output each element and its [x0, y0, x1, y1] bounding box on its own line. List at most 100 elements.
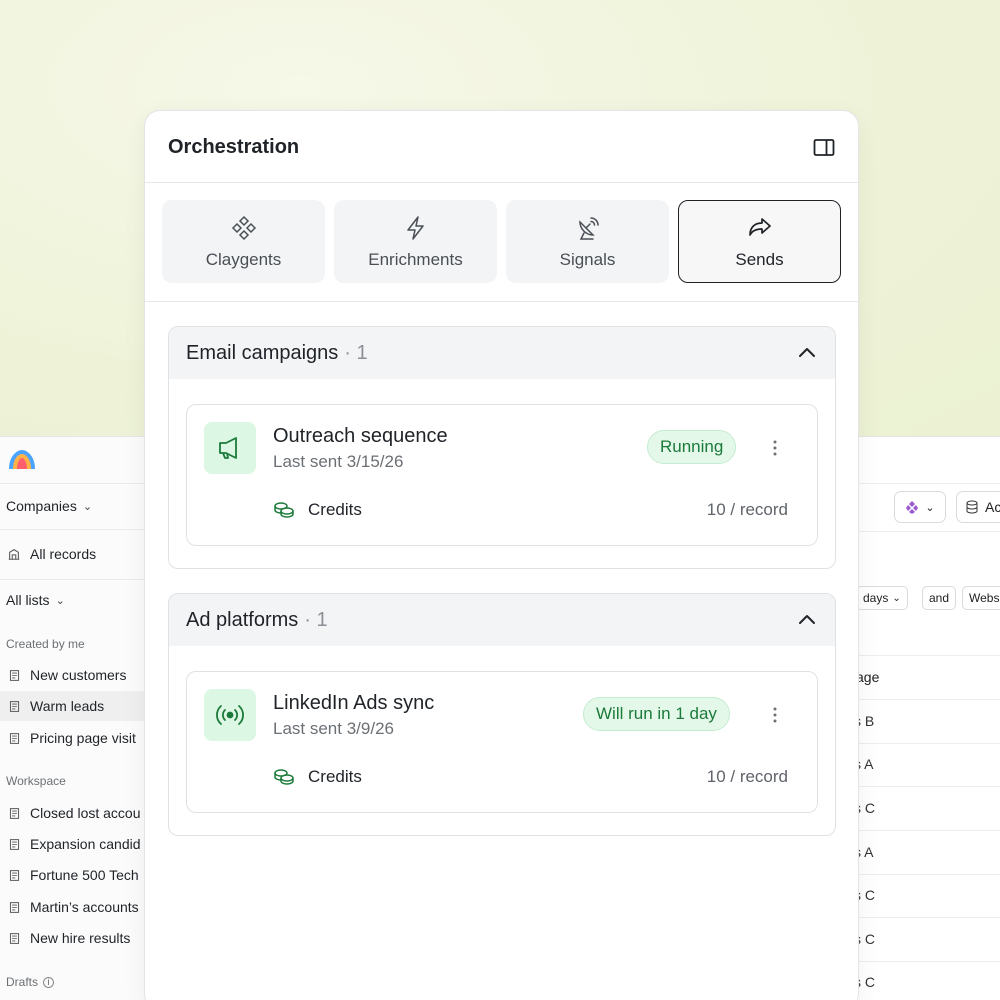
coins-icon — [274, 769, 294, 785]
info-icon: i — [43, 976, 55, 988]
sidebar-list-item[interactable]: Expansion candid — [0, 829, 150, 859]
megaphone-icon — [204, 422, 256, 474]
chevron-down-icon: ⌄ — [82, 500, 93, 513]
orchestration-panel: Orchestration Claygents Enrichments Sign… — [144, 110, 859, 1000]
list-icon — [6, 805, 22, 821]
list-icon — [6, 667, 22, 683]
send-card[interactable]: Outreach sequence Last sent 3/15/26 Runn… — [186, 404, 818, 546]
app-sidebar: Companies ⌄ All records All lists ⌄ Crea… — [0, 437, 150, 1000]
all-lists-toggle[interactable]: All lists ⌄ — [0, 585, 150, 615]
section-label-created-by-me: Created by me — [6, 637, 85, 651]
sidebar-divider — [0, 483, 150, 484]
database-icon — [966, 500, 978, 514]
status-badge: Running — [647, 430, 737, 464]
sidebar-item-label: New hire results — [30, 930, 131, 946]
tab-label: Enrichments — [368, 249, 463, 269]
last-sent: Last sent 3/9/26 — [273, 719, 394, 738]
object-selector[interactable]: Companies ⌄ — [0, 491, 150, 521]
sidebar-item-label: Closed lost accou — [30, 805, 141, 821]
sidebar-item-label: Pricing page visit — [30, 730, 136, 746]
last-sent: Last sent 3/15/26 — [273, 452, 404, 471]
add-button[interactable]: Ac — [956, 491, 1000, 523]
lightning-icon — [406, 215, 424, 240]
sidebar-item-label: New customers — [30, 667, 127, 683]
tab-claygents[interactable]: Claygents — [162, 200, 325, 283]
filter-website-chip[interactable]: Webs — [962, 586, 1000, 610]
section-count: · 1 — [304, 608, 328, 631]
object-selector-label: Companies — [6, 498, 77, 514]
send-name: Outreach sequence — [273, 425, 448, 447]
sidebar-item-all-records[interactable]: All records — [0, 539, 150, 569]
list-icon — [6, 698, 22, 714]
tab-enrichments[interactable]: Enrichments — [334, 200, 497, 283]
building-icon — [6, 546, 22, 562]
send-name: LinkedIn Ads sync — [273, 692, 435, 714]
claygents-icon — [231, 215, 256, 240]
sparkle-diamond-icon — [906, 501, 919, 514]
ai-dropdown-button[interactable]: ⌄ — [894, 491, 946, 523]
filter-chip-label: Webs — [969, 591, 1000, 605]
satellite-icon — [578, 216, 599, 240]
sidebar-item-label: Warm leads — [30, 698, 105, 714]
section-header[interactable]: Ad platforms · 1 — [169, 594, 835, 646]
panel-title: Orchestration — [168, 136, 300, 158]
chevron-up-icon[interactable] — [797, 343, 817, 363]
sidebar-list-item[interactable]: New hire results — [0, 923, 150, 953]
list-icon — [6, 836, 22, 852]
credits-value: 10 / record — [706, 767, 788, 786]
chevron-up-icon[interactable] — [797, 610, 817, 630]
sidebar-item-label: Expansion candid — [30, 836, 141, 852]
chevron-down-icon: ⌄ — [892, 592, 901, 604]
app-logo-icon — [9, 450, 35, 469]
sidebar-divider — [0, 579, 150, 580]
sidebar-item-label: Martin’s accounts — [30, 899, 139, 915]
sidebar-item-label: All records — [30, 546, 97, 562]
list-icon — [6, 930, 22, 946]
filter-and-chip[interactable]: and — [922, 586, 957, 610]
add-button-label: Ac — [985, 499, 1000, 515]
sidebar-item-label: Fortune 500 Tech — [30, 867, 139, 883]
panel-divider — [145, 301, 858, 302]
more-options-icon[interactable] — [767, 437, 783, 459]
sidebar-list-item[interactable]: Fortune 500 Tech — [0, 860, 150, 890]
section-count: · 1 — [344, 341, 368, 364]
sidebar-toggle-icon[interactable] — [813, 138, 835, 158]
sidebar-list-item[interactable]: New customers — [0, 660, 150, 690]
list-icon — [6, 730, 22, 746]
sidebar-list-item[interactable]: Closed lost accou — [0, 798, 150, 828]
sidebar-list-item-active[interactable]: Warm leads — [0, 691, 150, 721]
tab-label: Claygents — [205, 249, 282, 269]
section-email-campaigns: Email campaigns · 1 Outreach sequence La… — [168, 326, 836, 569]
section-label-drafts: Drafts i — [6, 975, 55, 989]
sidebar-divider — [0, 529, 150, 530]
filter-days-select[interactable]: days ⌄ — [856, 586, 908, 610]
tab-signals[interactable]: Signals — [506, 200, 669, 283]
list-icon — [6, 867, 22, 883]
tab-label: Sends — [735, 249, 784, 269]
sidebar-list-item[interactable]: Pricing page visit — [0, 723, 150, 753]
more-options-icon[interactable] — [767, 704, 783, 726]
section-ad-platforms: Ad platforms · 1 LinkedIn Ads sync Last … — [168, 593, 836, 836]
section-label-workspace: Workspace — [6, 774, 66, 788]
chevron-down-icon: ⌄ — [925, 501, 935, 514]
credits-value: 10 / record — [706, 500, 788, 519]
status-badge: Will run in 1 day — [583, 697, 730, 731]
filter-chip-label: days — [863, 591, 889, 605]
broadcast-icon — [204, 689, 256, 741]
credits-label: Credits — [308, 767, 362, 786]
sidebar-list-item[interactable]: Martin’s accounts — [0, 892, 150, 922]
panel-divider — [145, 182, 858, 183]
list-icon — [6, 899, 22, 915]
send-card[interactable]: LinkedIn Ads sync Last sent 3/9/26 Will … — [186, 671, 818, 813]
section-title: Ad platforms — [186, 608, 299, 631]
coins-icon — [274, 502, 294, 518]
filter-chip-label: and — [929, 591, 950, 605]
section-header[interactable]: Email campaigns · 1 — [169, 327, 835, 379]
share-arrow-icon — [748, 217, 771, 236]
column-header-stage[interactable]: age — [856, 669, 879, 685]
all-lists-label: All lists — [6, 592, 50, 608]
tab-sends[interactable]: Sends — [678, 200, 841, 283]
chevron-down-icon: ⌄ — [55, 594, 65, 607]
credits-label: Credits — [308, 500, 362, 519]
tab-label: Signals — [559, 249, 616, 269]
